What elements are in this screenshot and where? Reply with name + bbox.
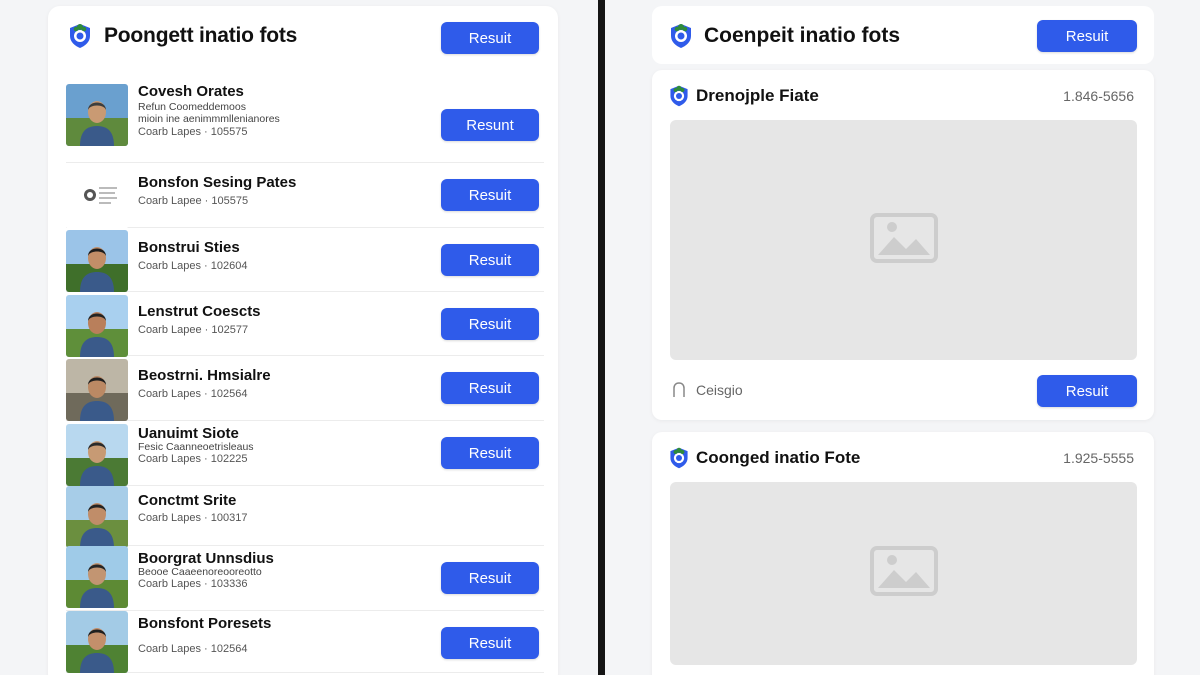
- list-item: Uanuimt Siote Fesic Caanneoetrisleaus Coar…: [66, 421, 544, 486]
- card-result-button[interactable]: Resuit: [1037, 375, 1137, 407]
- card-title: Drenojple Fiate: [696, 86, 819, 105]
- list-item: Boorgrat Unnsdius Beooe Caaeenoreooreotto…: [66, 546, 544, 611]
- row-meta: Coarb Lapes · 102564: [138, 388, 248, 400]
- row-meta: Coarb Lapes · 100317: [138, 512, 248, 524]
- row-subtitle: Refun Coomeddemoos: [138, 101, 246, 113]
- row-subtitle: Beooe Caaeenoreooreotto: [138, 566, 262, 578]
- result-button[interactable]: Resuit: [441, 308, 539, 340]
- document-thumbnail: [66, 167, 128, 229]
- result-button[interactable]: Resuit: [441, 627, 539, 659]
- card-title: Coonged inatio Fote: [696, 448, 861, 467]
- row-title: Uanuimt Siote: [138, 425, 239, 442]
- row-meta: Coarb Lapes · 102564: [138, 643, 248, 655]
- list-item: Bonstrui Sties Coarb Lapes · 102604 Resuit: [66, 228, 544, 292]
- image-placeholder: [670, 120, 1137, 360]
- left-header: Poongett inatio fots Resuit: [48, 6, 558, 68]
- row-title: Lenstrut Coescts: [138, 303, 261, 320]
- row-title: Bonsfon Sesing Pates: [138, 174, 297, 191]
- row-title: Covesh Orates: [138, 83, 244, 100]
- card-number: 1.925-5555: [1063, 450, 1134, 466]
- row-meta: Coarb Lapee · 102577: [138, 324, 249, 336]
- header-result-button[interactable]: Resuit: [441, 22, 539, 54]
- person-photo: [66, 611, 128, 673]
- result-button[interactable]: Resuit: [441, 244, 539, 276]
- row-meta: Coarb Lapes · 103336: [138, 578, 248, 590]
- card-footer-label: Ceisgio: [696, 382, 743, 398]
- person-photo: [66, 295, 128, 357]
- person-photo: [66, 84, 128, 146]
- result-button[interactable]: Resuit: [441, 562, 539, 594]
- card-number: 1.846-5656: [1063, 88, 1134, 104]
- shield-logo-icon: [667, 22, 695, 50]
- row-title: Bonsfont Poresets: [138, 615, 272, 632]
- row-title: Beostrni. Hmsialre: [138, 367, 271, 384]
- row-meta: Coarb Lapes · 105575: [138, 126, 248, 138]
- right-header-result-button[interactable]: Resuit: [1037, 20, 1137, 52]
- left-panel: Poongett inatio fots Resuit Covesh Orate…: [48, 6, 558, 675]
- panel-divider: [598, 0, 605, 675]
- right-title: Coenpeit inatio fots: [704, 24, 900, 47]
- row-meta: Coarb Lapee · 105575: [138, 195, 249, 207]
- right-header: Coenpeit inatio fots Resuit: [652, 6, 1154, 64]
- shield-logo-icon: [667, 84, 691, 108]
- result-button[interactable]: Resuit: [441, 372, 539, 404]
- detail-card: Drenojple Fiate 1.846-5656 Ceisgio Resui…: [652, 70, 1154, 420]
- shield-logo-icon: [66, 22, 94, 50]
- row-title: Boorgrat Unnsdius: [138, 550, 274, 567]
- page-title: Poongett inatio fots: [104, 24, 298, 47]
- tag-icon: [672, 382, 686, 398]
- list-item: Beostrni. Hmsialre Coarb Lapes · 102564 Re…: [66, 356, 544, 421]
- list-item: Bonsfont Poresets Coarb Lapes · 102564 Res…: [66, 611, 544, 673]
- result-button[interactable]: Resuit: [441, 179, 539, 211]
- row-subtitle: mioin ine aenimmmllenianores: [138, 113, 280, 125]
- image-placeholder: [670, 482, 1137, 665]
- image-placeholder-icon: [869, 212, 938, 268]
- image-placeholder-icon: [869, 546, 938, 601]
- person-photo: [66, 486, 128, 548]
- list-item: Covesh Orates Refun Coomeddemoos mioin ine…: [66, 82, 544, 163]
- list-item: Conctmt Srite Coarb Lapes · 100317: [66, 486, 544, 548]
- person-photo: [66, 546, 128, 608]
- person-photo: [66, 359, 128, 421]
- person-photo: [66, 230, 128, 292]
- shield-logo-icon: [667, 446, 691, 470]
- detail-card: Coonged inatio Fote 1.925-5555: [652, 432, 1154, 675]
- result-button[interactable]: Resuit: [441, 437, 539, 469]
- person-photo: [66, 424, 128, 486]
- row-meta: Coarb Lapes · 102604: [138, 260, 248, 272]
- list-item: Bonsfon Sesing Pates Coarb Lapee · 105575…: [66, 163, 544, 229]
- row-title: Conctmt Srite: [138, 492, 237, 509]
- row-subtitle: Fesic Caanneoetrisleaus: [138, 441, 254, 453]
- result-button[interactable]: Resunt: [441, 109, 539, 141]
- list-item: Lenstrut Coescts Coarb Lapee · 102577 Resu…: [66, 292, 544, 357]
- row-meta: Coarb Lapes · 102225: [138, 453, 248, 465]
- row-title: Bonstrui Sties: [138, 239, 240, 256]
